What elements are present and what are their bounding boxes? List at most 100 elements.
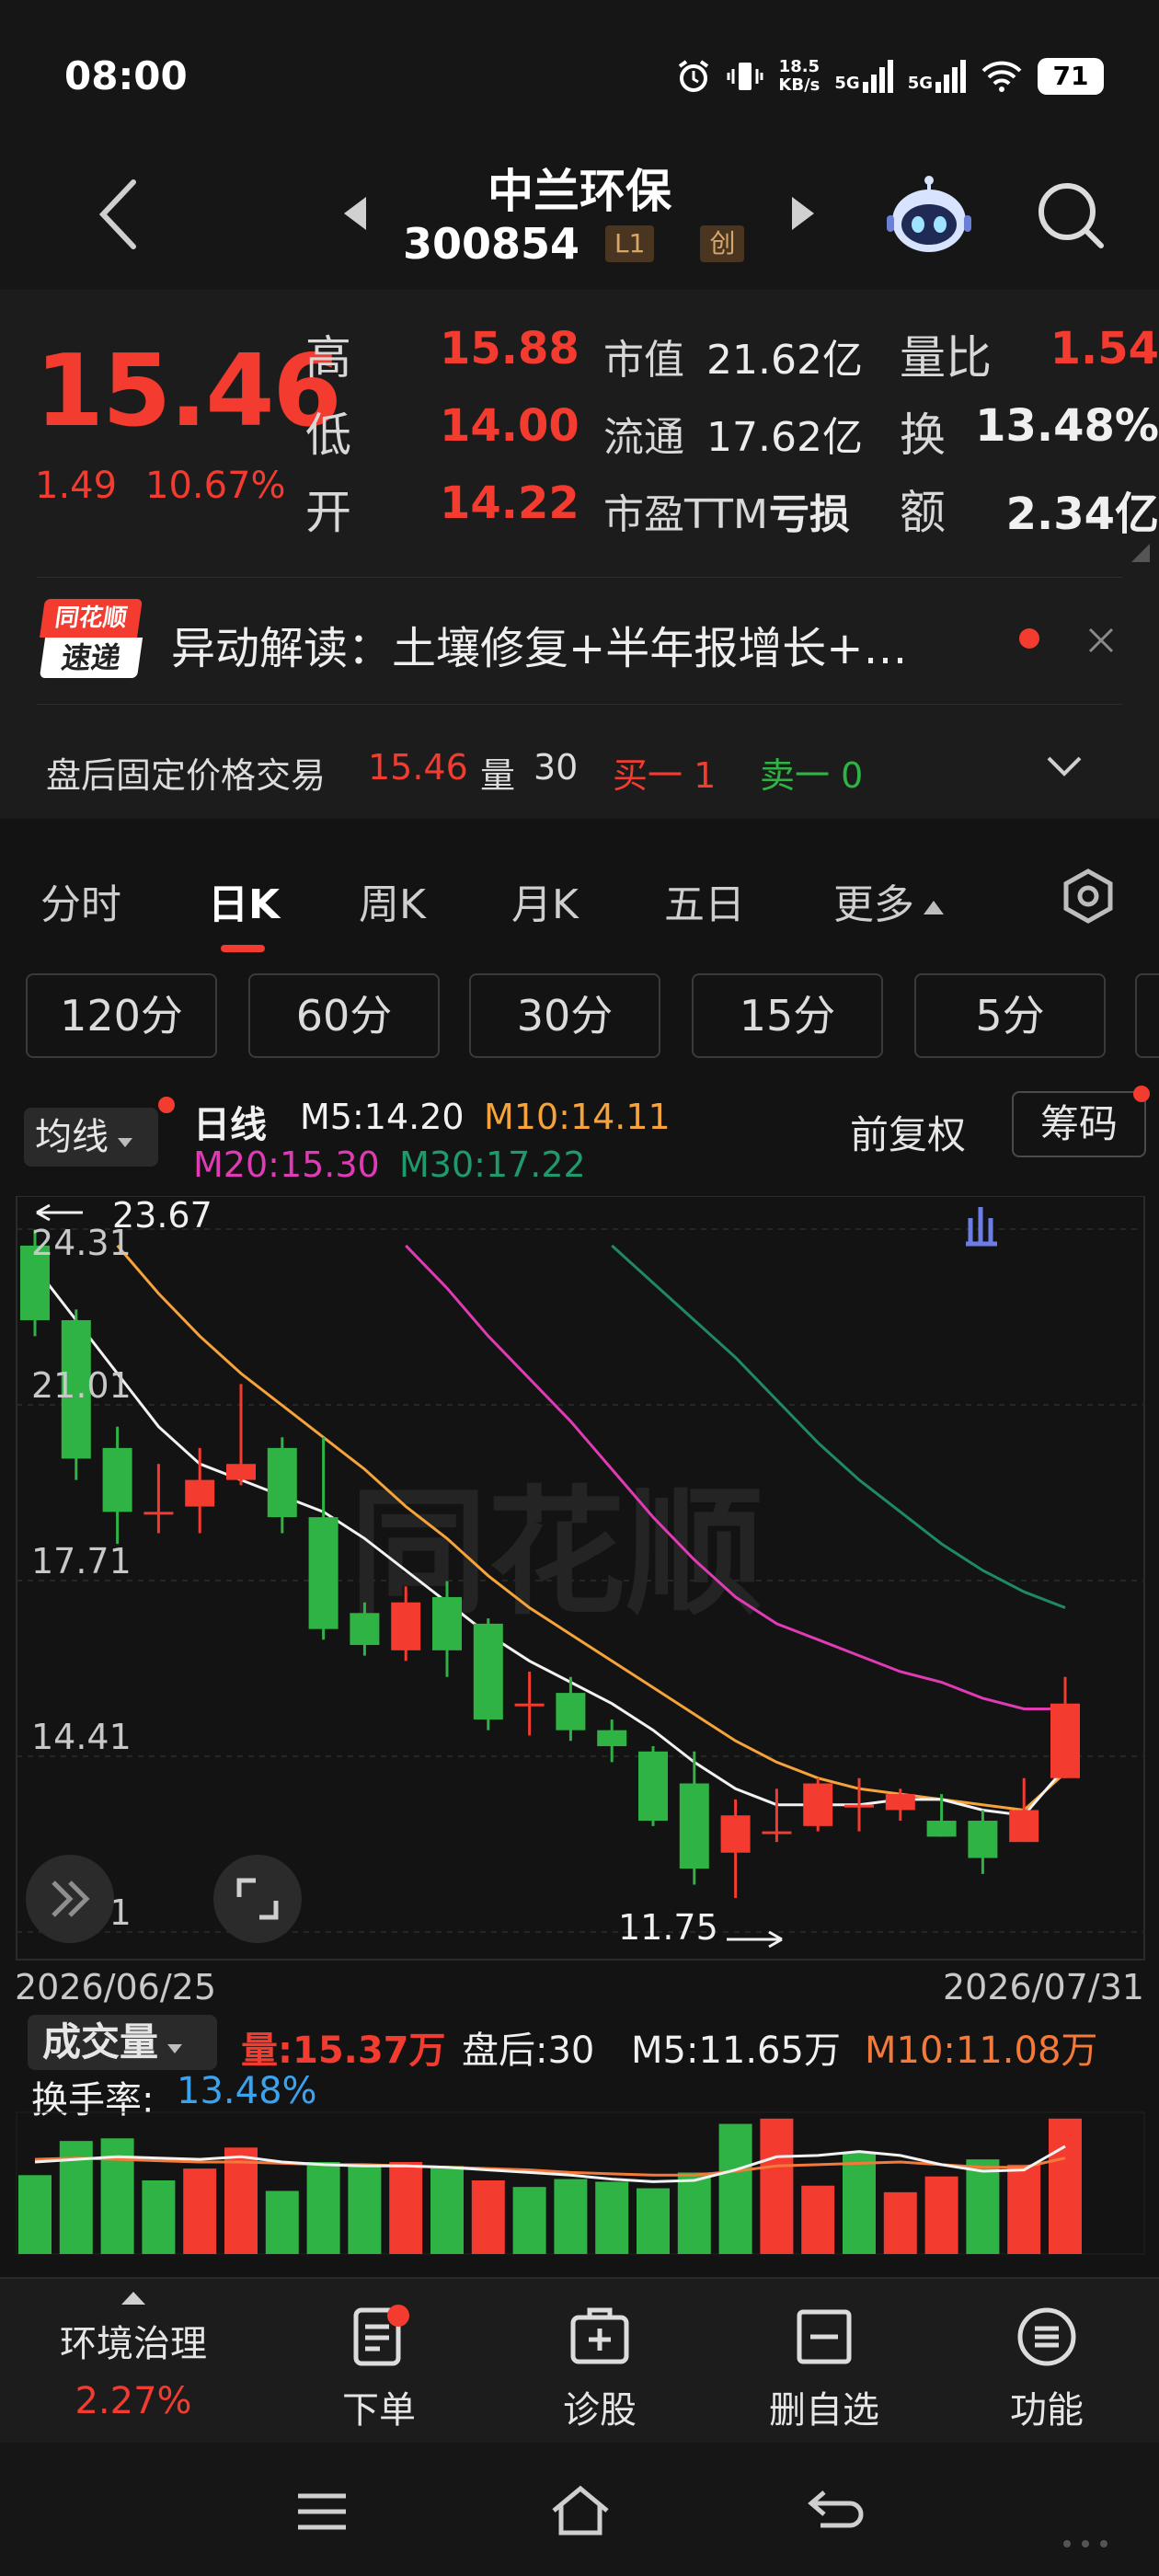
ma30-value: M30:17.22 bbox=[399, 1144, 586, 1185]
status-bar: 08:00 18.5 KB/s 5G 5G 71 bbox=[0, 0, 1159, 138]
back-nav-icon[interactable] bbox=[806, 2483, 866, 2538]
candle-up bbox=[514, 1703, 545, 1707]
candle-down bbox=[473, 1623, 503, 1720]
volume-bar-down bbox=[966, 2159, 1000, 2254]
date-end: 2026/07/31 bbox=[942, 1967, 1144, 2007]
divider bbox=[0, 2277, 1159, 2279]
tab-15min[interactable]: 15分 bbox=[692, 973, 883, 1058]
candle-down bbox=[308, 1517, 339, 1629]
chart-type-icon[interactable] bbox=[966, 1207, 997, 1247]
sector-change: 2.27% bbox=[75, 2380, 192, 2422]
volume-bar-down bbox=[843, 2153, 876, 2254]
unread-dot bbox=[1019, 628, 1039, 649]
after-hours-trading[interactable]: 盘后固定价格交易 15.46 量 30 买一 1 卖一 0 bbox=[0, 718, 1159, 819]
tab-5min[interactable]: 5分 bbox=[914, 973, 1106, 1058]
robot-assistant-icon[interactable] bbox=[883, 175, 975, 258]
tab-more[interactable]: 更多 bbox=[833, 871, 946, 930]
volume-bar-down bbox=[718, 2123, 752, 2254]
tab-more-minutes[interactable] bbox=[1135, 973, 1159, 1058]
tab-five-day[interactable]: 五日 bbox=[664, 871, 745, 930]
amount-value: 2.34亿 bbox=[1005, 489, 1159, 540]
function-button[interactable]: 功能 bbox=[955, 2305, 1139, 2433]
volume-bar-down bbox=[430, 2166, 464, 2254]
volume-ratio-value: 1.54 bbox=[1050, 323, 1159, 374]
high-label: 高 bbox=[305, 331, 351, 385]
chevron-down-icon[interactable] bbox=[1045, 754, 1084, 778]
after-hours-label: 盘后固定价格交易 bbox=[46, 755, 327, 796]
candle-down bbox=[556, 1693, 586, 1731]
chip-distribution-button[interactable]: 筹码 bbox=[1012, 1091, 1146, 1157]
volume-bar-down bbox=[265, 2191, 299, 2254]
candle-up bbox=[1009, 1810, 1039, 1843]
diagnose-label: 诊股 bbox=[563, 2389, 637, 2432]
candle-down bbox=[679, 1783, 709, 1869]
tab-monthly-k[interactable]: 月K bbox=[511, 871, 579, 930]
volume-bar-up bbox=[1007, 2164, 1041, 2254]
next-stock-button[interactable] bbox=[786, 193, 820, 234]
diagnose-icon bbox=[570, 2307, 629, 2364]
float-cap-label: 流通 bbox=[603, 414, 684, 461]
tab-intraday[interactable]: 分时 bbox=[40, 871, 121, 930]
high-marker-label: 23.67 bbox=[112, 1196, 212, 1236]
pe-label: 市盈TTM bbox=[603, 491, 768, 538]
candle-down bbox=[432, 1596, 462, 1650]
indicator-selector[interactable]: 均线 bbox=[24, 1108, 158, 1167]
signal-2: 5G bbox=[908, 60, 966, 93]
brand-top: 同花顺 bbox=[40, 599, 143, 638]
volume-bar-down bbox=[348, 2164, 382, 2254]
candle-up bbox=[185, 1479, 215, 1507]
dots-indicator bbox=[1063, 2540, 1107, 2547]
active-tab-indicator bbox=[221, 945, 265, 952]
candle-up bbox=[762, 1831, 792, 1834]
order-icon bbox=[353, 2305, 409, 2366]
kline-chart[interactable]: 同花顺 24.31 21.01 17.71 14.41 11.11 23.67 … bbox=[0, 1196, 1159, 1969]
remove-watchlist-button[interactable]: 删自选 bbox=[732, 2305, 916, 2433]
sector-button[interactable]: 环境治理 2.27% bbox=[41, 2290, 225, 2422]
volume-panel: 成交量 量:15.37万 盘后:30 M5:11.65万 M10:11.08万 … bbox=[0, 2006, 1159, 2272]
daily-label: 日线 bbox=[193, 1104, 267, 1146]
status-icons: 18.5 KB/s 5G 5G 71 bbox=[675, 53, 1104, 99]
open-label: 开 bbox=[305, 486, 351, 539]
candle-down bbox=[267, 1447, 297, 1518]
candle-up bbox=[720, 1815, 751, 1853]
tab-60min[interactable]: 60分 bbox=[248, 973, 440, 1058]
news-section: 同花顺 速递 异动解读：土壤修复+半年报增长+… bbox=[0, 566, 1159, 718]
chips-notice-dot bbox=[1133, 1086, 1150, 1102]
low-value: 14.00 bbox=[440, 400, 580, 452]
minute-period-tabs: 120分 60分 30分 15分 5分 bbox=[0, 973, 1159, 1065]
vibrate-icon bbox=[727, 63, 763, 90]
volume-bar-up bbox=[883, 2191, 917, 2254]
candle-down bbox=[350, 1613, 380, 1646]
expand-panel-button[interactable] bbox=[26, 1855, 114, 1943]
search-icon[interactable] bbox=[1035, 179, 1108, 253]
close-icon[interactable] bbox=[1085, 625, 1117, 656]
volume-bar-up bbox=[801, 2185, 835, 2254]
tab-daily-k[interactable]: 日K bbox=[208, 871, 280, 930]
ma10-value: M10:14.11 bbox=[484, 1097, 671, 1137]
bottom-action-bar: 环境治理 2.27% 下单 诊股 删自选 功能 bbox=[0, 2277, 1159, 2443]
order-button[interactable]: 下单 bbox=[287, 2305, 471, 2433]
price-adjust-selector[interactable]: 前复权 bbox=[850, 1104, 966, 1160]
fullscreen-button[interactable] bbox=[213, 1855, 302, 1943]
after-hours-price: 15.46 bbox=[368, 747, 468, 788]
news-text[interactable]: 异动解读：土壤修复+半年报增长+… bbox=[171, 612, 1017, 676]
low-marker-label: 11.75 bbox=[618, 1907, 718, 1948]
diagnose-button[interactable]: 诊股 bbox=[508, 2305, 692, 2433]
wifi-icon bbox=[981, 61, 1022, 92]
tab-120min[interactable]: 120分 bbox=[26, 973, 217, 1058]
signal-1-label: 5G bbox=[834, 74, 860, 93]
home-icon[interactable] bbox=[548, 2483, 613, 2538]
ma20-value: M20:15.30 bbox=[193, 1144, 380, 1185]
divider bbox=[37, 577, 1122, 578]
turnover-value: 13.48% bbox=[975, 400, 1159, 452]
system-navigation-bar bbox=[0, 2443, 1159, 2576]
candle-down bbox=[638, 1751, 668, 1822]
remove-watchlist-label: 删自选 bbox=[769, 2389, 879, 2432]
settings-hexagon-icon[interactable] bbox=[1060, 868, 1117, 925]
candle-up bbox=[1050, 1703, 1080, 1778]
volume-bar-down bbox=[512, 2187, 546, 2254]
menu-icon[interactable] bbox=[294, 2489, 350, 2535]
tab-weekly-k[interactable]: 周K bbox=[359, 871, 426, 930]
tab-30min[interactable]: 30分 bbox=[469, 973, 660, 1058]
low-marker: 11.75 bbox=[618, 1907, 783, 1949]
